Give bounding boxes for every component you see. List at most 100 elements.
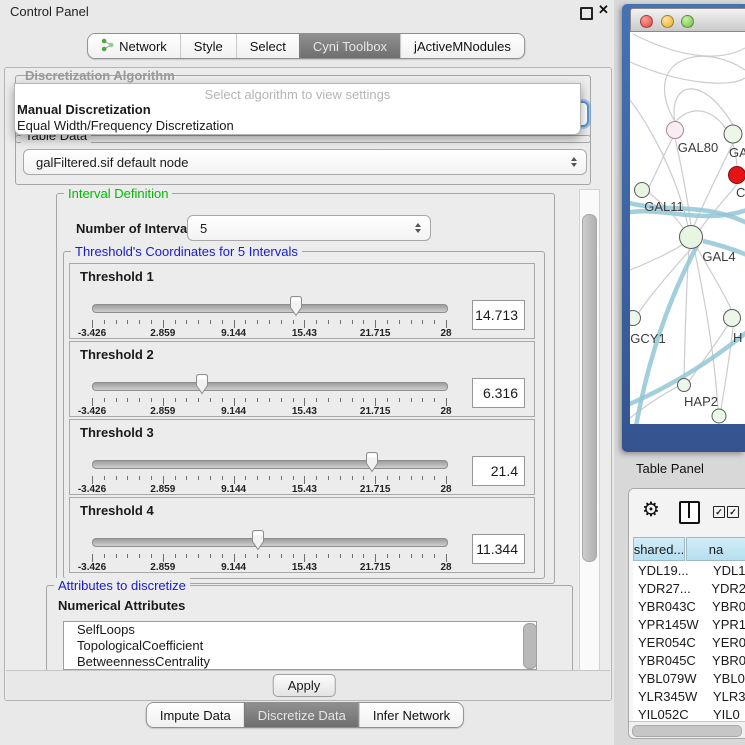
minimize-traffic-light-icon[interactable] [661,15,674,28]
network-canvas[interactable]: GAL80GACGAL11GAL4GCY1HHAP2 [630,32,745,424]
network-node[interactable] [680,226,703,249]
close-traffic-light-icon[interactable] [640,15,653,28]
tab-select[interactable]: Select [236,34,299,58]
node-label: GAL11 [644,199,684,214]
checkbox-icon[interactable]: ✓ [727,506,739,518]
table-header-row: shared... na [633,537,745,561]
table-row[interactable]: YIL052CYIL0 [633,705,745,721]
tab-cyni-toolbox[interactable]: Cyni Toolbox [299,34,400,58]
network-icon [101,38,114,55]
network-node[interactable] [729,167,745,184]
cell-shared-name: YDR27... [633,581,707,596]
cell-shared-name: YIL052C [633,707,709,722]
table-row[interactable]: YPR145WYPR1 [633,615,745,633]
table-row[interactable]: YDR27...YDR2 [633,579,745,597]
control-panel-window: Control Panel ✕ NetworkStyleSelectCyni T… [0,0,615,745]
tab-discretize-data[interactable]: Discretize Data [244,703,359,727]
slider-track[interactable] [92,382,448,391]
network-edge[interactable] [694,248,718,409]
split-columns-icon[interactable] [679,501,700,524]
tab-network[interactable]: Network [88,34,180,58]
network-node[interactable] [712,409,726,423]
cell-name: YBL0 [709,671,745,686]
network-node[interactable] [724,310,741,327]
tab-label: Select [250,39,286,54]
float-window-icon[interactable] [580,7,593,20]
threshold-value-field[interactable]: 6.316 [472,378,525,408]
network-edge[interactable] [721,327,733,409]
zoom-traffic-light-icon[interactable] [681,15,694,28]
list-item[interactable]: SelfLoops [64,622,536,638]
network-edge[interactable] [633,34,745,56]
table-row[interactable]: YBR045CYBR0 [633,651,745,669]
apply-button[interactable]: Apply [273,674,336,697]
threshold-value-field[interactable]: 21.4 [472,456,525,486]
slider-track[interactable] [92,460,448,469]
table-row[interactable]: YLR345WYLR3 [633,687,745,705]
threshold-label: Threshold 2 [80,347,154,362]
table-panel-title: Table Panel [636,461,704,476]
checkbox-icon[interactable]: ✓ [713,506,725,518]
network-node[interactable] [724,125,742,143]
tab-jactivemnodules[interactable]: jActiveMNodules [400,34,524,58]
list-item[interactable]: TopologicalCoefficient [64,638,536,654]
settings-viewport: Interval Definition Number of Intervals … [15,185,579,670]
node-label: GAL4 [702,249,735,264]
cell-name: YLR3 [709,689,745,704]
stepper-icon [415,223,421,233]
tab-style[interactable]: Style [180,34,236,58]
table-hscrollbar-track[interactable] [629,721,745,739]
network-window-titlebar[interactable] [630,8,745,32]
numerical-attributes-list[interactable]: SelfLoopsTopologicalCoefficientBetweenne… [63,621,537,670]
column-header-name[interactable]: na [686,537,745,561]
table-row[interactable]: YBR043CYBR0 [633,597,745,615]
cell-name: YDR2 [707,581,745,596]
table-row[interactable]: YER054CYER0 [633,633,745,651]
slider-thumb[interactable] [250,529,266,551]
slider-tick-labels: -3.4262.8599.14415.4321.71528 [92,328,446,340]
slider-track[interactable] [92,304,448,313]
attributes-list-scrollbar[interactable] [523,623,537,669]
close-icon[interactable]: ✕ [598,2,609,18]
cell-name: YDL1 [709,563,745,578]
table-data-combo[interactable]: galFiltered.sif default node [23,149,587,175]
network-edge[interactable] [674,89,733,125]
slider-thumb[interactable] [288,295,304,317]
table-row[interactable]: YBL079WYBL0 [633,669,745,687]
settings-scrollbar-track[interactable] [579,189,600,672]
network-node[interactable] [635,183,650,198]
slider-thumb[interactable] [364,451,380,473]
threshold-value-field[interactable]: 14.713 [472,300,525,330]
table-row[interactable]: YDL19...YDL1 [633,561,745,579]
threshold-label: Threshold 4 [80,503,154,518]
gear-icon[interactable]: ⚙ [642,497,660,522]
threshold-value-field[interactable]: 11.344 [472,534,525,564]
cell-shared-name: YBL079W [633,671,709,686]
network-edge[interactable] [649,138,673,187]
cell-name: YBR0 [708,653,745,668]
number-of-intervals-combo[interactable]: 5 [187,215,431,241]
tab-infer-network[interactable]: Infer Network [359,703,463,727]
slider-track[interactable] [92,538,448,547]
settings-scrollbar-thumb[interactable] [582,214,597,562]
network-node[interactable] [667,122,684,139]
threshold-label: Threshold 1 [80,269,154,284]
list-item[interactable]: BetweennessCentrality [64,654,536,670]
numerical-attributes-label: Numerical Attributes [58,598,185,613]
network-edge[interactable] [630,62,745,83]
column-header-shared-name[interactable]: shared... [633,537,685,561]
table-hscrollbar-thumb[interactable] [632,725,742,737]
network-node[interactable] [630,311,641,326]
slider-thumb[interactable] [194,373,210,395]
threshold-panel-3: Threshold 3-3.4262.8599.14415.4321.71528… [69,419,535,495]
algorithm-option-equal-width[interactable]: Equal Width/Frequency Discretization [15,118,580,134]
node-label: C [736,185,745,200]
algorithm-option-manual[interactable]: Manual Discretization [15,102,580,118]
stepper-icon [571,157,577,167]
network-edge[interactable] [638,249,691,314]
threshold-panel-2: Threshold 2-3.4262.8599.14415.4321.71528… [69,341,535,417]
network-edge[interactable] [700,184,737,230]
network-node[interactable] [678,379,691,392]
tab-impute-data[interactable]: Impute Data [147,703,244,727]
node-label: H [733,330,742,345]
